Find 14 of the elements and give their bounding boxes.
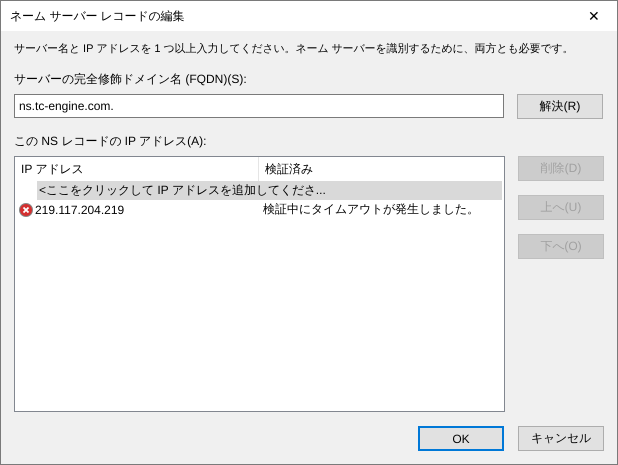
ip-list-label: この NS レコードの IP アドレス(A): — [14, 133, 208, 150]
instruction-text: サーバー名と IP アドレスを 1 つ以上入力してください。ネーム サーバーを識別するために、両方とも必要です。 — [14, 42, 574, 57]
cancel-button[interactable]: キャンセル — [518, 426, 604, 451]
table-cell: 検証中にタイムアウトが発生しました。 — [263, 201, 479, 218]
column-header[interactable]: 検証済み — [259, 157, 504, 181]
ok-button[interactable]: OK — [418, 426, 504, 451]
fqdn-label: サーバーの完全修飾ドメイン名 (FQDN)(S): — [14, 71, 248, 88]
add-address-row[interactable]: <ここをクリックして IP アドレスを追加してくださ... — [37, 181, 502, 200]
address-row[interactable]: 219.117.204.219 検証中にタイムアウトが発生しました。 — [15, 200, 504, 219]
fqdn-field[interactable]: ns.tc-engine.com. — [14, 94, 504, 118]
resolve-button[interactable]: 解決(R) — [517, 94, 603, 119]
window-title: ネーム サーバー レコードの編集 — [9, 8, 185, 24]
table-cell: 219.117.204.219 — [35, 202, 124, 216]
close-button[interactable]: ✕ — [571, 1, 617, 31]
